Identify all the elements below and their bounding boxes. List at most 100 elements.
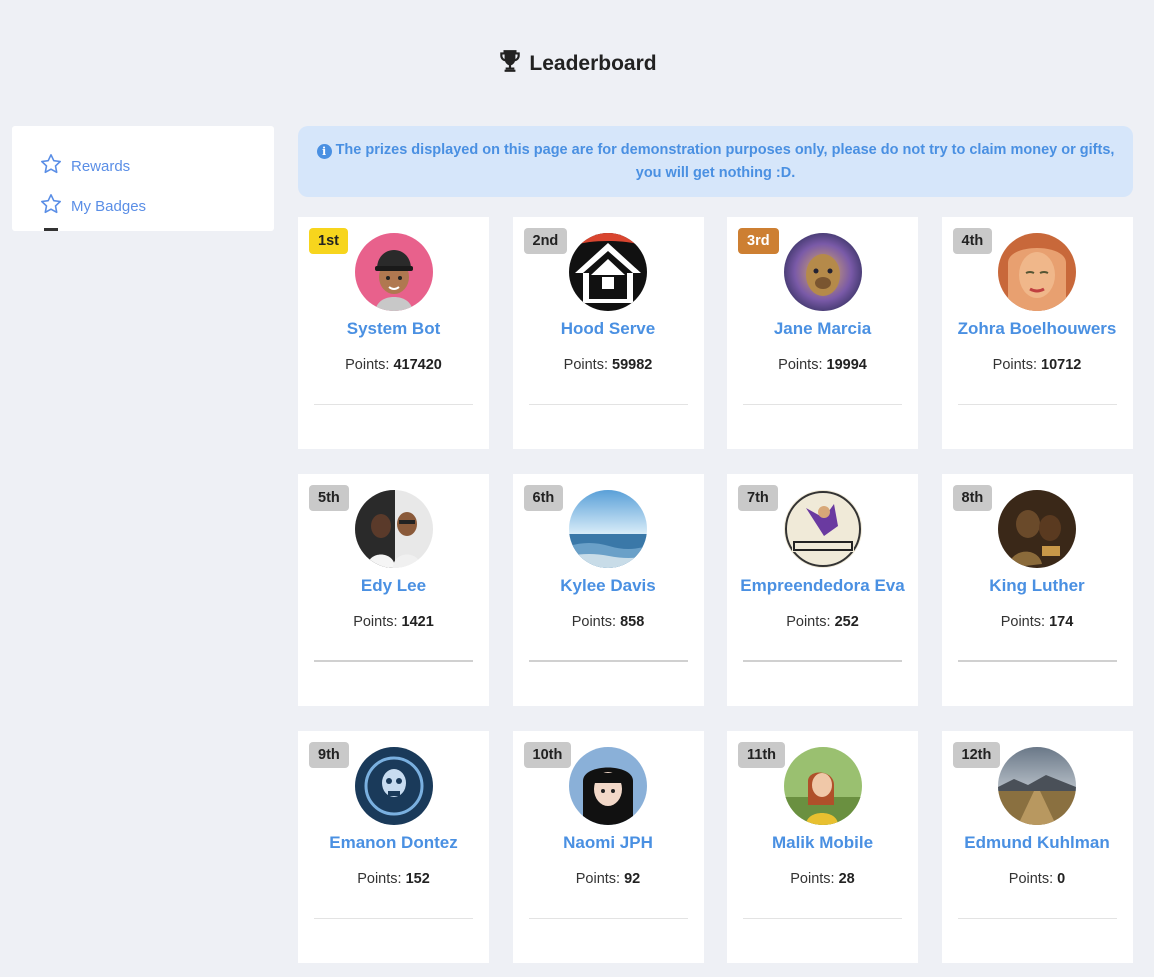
card-divider (743, 918, 902, 919)
page-title-text: Leaderboard (529, 52, 657, 75)
card-divider (528, 918, 688, 919)
points-label: Points: (563, 357, 613, 373)
user-name-link[interactable]: Kylee Davis (513, 576, 704, 596)
points-text: Points: 28 (727, 871, 918, 887)
avatar[interactable] (569, 233, 647, 311)
rank-badge: 8th (952, 485, 993, 511)
star-icon (39, 192, 63, 220)
points-label: Points: (1000, 614, 1050, 630)
user-name-link[interactable]: System Bot (298, 319, 489, 339)
rank-badge: 1st (309, 228, 348, 254)
points-value: 19994 (826, 357, 867, 373)
points-text: Points: 92 (513, 871, 704, 887)
sidebar-item-rewards[interactable]: Rewards (12, 146, 274, 186)
leaderboard-card: 7th Empreendedora Eva Points: 252 (727, 474, 918, 706)
card-divider (957, 404, 1117, 405)
rank-badge: 4th (952, 228, 993, 254)
sidebar: Rewards My Badges (12, 126, 274, 231)
info-icon: i (316, 143, 332, 159)
points-value: 92 (624, 871, 641, 887)
avatar[interactable] (569, 490, 647, 568)
card-divider (314, 918, 473, 919)
avatar[interactable] (354, 747, 433, 825)
points-text: Points: 0 (942, 871, 1133, 887)
points-text: Points: 252 (727, 614, 918, 630)
avatar[interactable] (998, 747, 1076, 825)
points-label: Points: (778, 357, 827, 373)
points-value: 1421 (401, 614, 434, 630)
points-value: 252 (834, 614, 859, 630)
sidebar-item-my-badges[interactable]: My Badges (12, 186, 274, 226)
rank-badge: 7th (738, 485, 778, 511)
rank-badge: 9th (309, 742, 349, 768)
user-name-link[interactable]: Hood Serve (513, 319, 704, 339)
avatar[interactable] (354, 490, 433, 568)
rank-badge: 10th (523, 742, 572, 768)
points-label: Points: (357, 871, 406, 887)
avatar[interactable] (783, 747, 862, 825)
user-name-link[interactable]: King Luther (942, 576, 1133, 596)
points-text: Points: 19994 (727, 357, 918, 373)
leaderboard-card: 12th Edmund Kuhlman Points: 0 (941, 731, 1133, 963)
points-text: Points: 10712 (942, 357, 1133, 373)
points-value: 417420 (393, 357, 442, 373)
card-divider (957, 918, 1117, 919)
rank-badge: 2nd (523, 228, 568, 254)
sidebar-item-label: Rewards (71, 157, 131, 175)
leaderboard-grid: 1st System Bot Points: 417420 2nd Hood S… (298, 217, 1133, 963)
leaderboard-card: 9th Emanon Dontez Points: 152 (298, 731, 489, 963)
points-label: Points: (1008, 871, 1058, 887)
points-text: Points: 417420 (298, 357, 489, 373)
notice-text: The prizes displayed on this page are fo… (335, 141, 1115, 181)
card-divider (528, 660, 688, 662)
avatar[interactable] (998, 490, 1076, 568)
leaderboard-card: 1st System Bot Points: 417420 (298, 217, 489, 449)
user-name-link[interactable]: Empreendedora Eva (727, 576, 918, 596)
star-icon (39, 152, 63, 180)
card-divider (957, 660, 1117, 662)
leaderboard-card: 8th King Luther Points: 174 (941, 474, 1133, 706)
points-label: Points: (575, 871, 625, 887)
user-name-link[interactable]: Jane Marcia (727, 319, 918, 339)
points-text: Points: 59982 (513, 357, 704, 373)
avatar[interactable] (354, 233, 433, 311)
avatar[interactable] (998, 233, 1076, 311)
points-text: Points: 858 (513, 614, 704, 630)
avatar[interactable] (569, 747, 647, 825)
points-label: Points: (571, 614, 621, 630)
points-value: 174 (1049, 614, 1074, 630)
leaderboard-card: 4th Zohra Boelhouwers Points: 10712 (941, 217, 1133, 449)
user-name-link[interactable]: Naomi JPH (513, 833, 704, 853)
demo-notice: i The prizes displayed on this page are f… (298, 126, 1133, 197)
leaderboard-card: 6th Kylee Davis Points: 858 (512, 474, 704, 706)
trophy-icon (497, 48, 523, 80)
user-name-link[interactable]: Zohra Boelhouwers (942, 319, 1133, 339)
points-text: Points: 152 (298, 871, 489, 887)
points-value: 10712 (1041, 357, 1082, 373)
user-name-link[interactable]: Edmund Kuhlman (942, 833, 1133, 853)
rank-badge: 3rd (738, 228, 779, 254)
points-value: 0 (1057, 871, 1066, 887)
card-divider (314, 404, 473, 405)
points-text: Points: 174 (942, 614, 1133, 630)
leaderboard-card: 11th Malik Mobile Points: 28 (727, 731, 918, 963)
rank-badge: 11th (738, 742, 786, 768)
avatar[interactable] (783, 233, 862, 311)
user-name-link[interactable]: Malik Mobile (727, 833, 918, 853)
leaderboard-card: 3rd Jane Marcia Points: 19994 (727, 217, 918, 449)
points-label: Points: (353, 614, 402, 630)
leaderboard-card: 5th Edy Lee Points: 1421 (298, 474, 489, 706)
points-value: 858 (620, 614, 645, 630)
user-name-link[interactable]: Edy Lee (298, 576, 489, 596)
user-name-link[interactable]: Emanon Dontez (298, 833, 489, 853)
rank-badge: 5th (309, 485, 349, 511)
sidebar-item-partial-icon (44, 228, 58, 231)
sidebar-item-label: My Badges (71, 197, 147, 215)
points-value: 28 (838, 871, 855, 887)
card-divider (528, 404, 688, 405)
avatar[interactable] (783, 490, 862, 568)
points-label: Points: (786, 614, 835, 630)
card-divider (314, 660, 473, 662)
points-label: Points: (345, 357, 394, 373)
rank-badge: 12th (952, 742, 1001, 768)
